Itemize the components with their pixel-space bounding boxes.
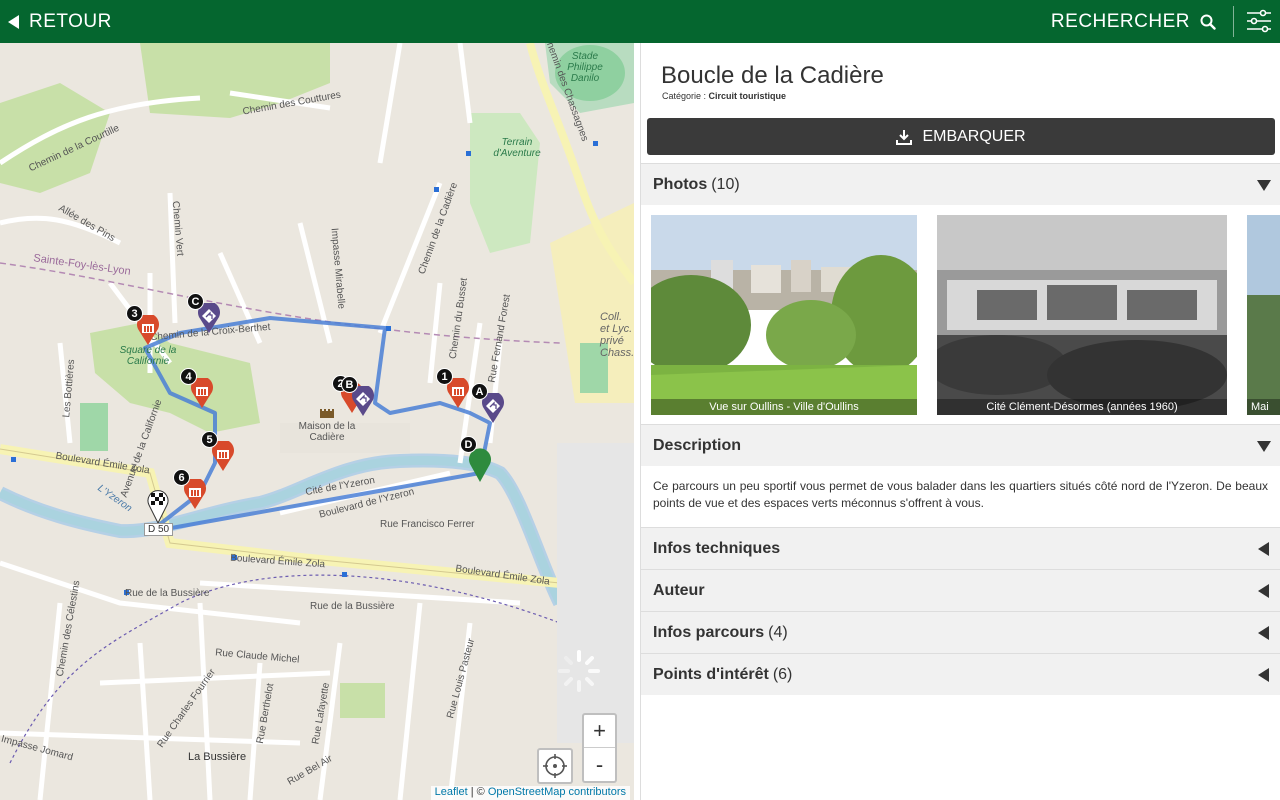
chevron-left-icon [1258, 626, 1269, 640]
section-points-interet[interactable]: Points d'intérêt (6) [641, 653, 1280, 695]
poi-marker-4[interactable]: 4 [180, 368, 214, 413]
chevron-down-icon [1257, 441, 1271, 452]
map-label: La Bussière [188, 751, 247, 763]
marker-number: 5 [201, 431, 218, 448]
section-label: Auteur [653, 581, 705, 599]
osm-link[interactable]: OpenStreetMap contributors [488, 786, 626, 798]
step-marker-a[interactable]: A [471, 383, 505, 428]
map-label: Coll. et Lyc. privé Chass. [600, 311, 634, 359]
chevron-left-icon [1258, 668, 1269, 682]
attribution-separator: | © [467, 786, 488, 798]
photo-carousel[interactable]: Vue sur Oullins - Ville d'Oullins Cité C… [641, 205, 1280, 425]
crosshair-icon [543, 754, 567, 778]
section-auteur[interactable]: Auteur [641, 569, 1280, 611]
topbar-separator [1233, 6, 1234, 37]
poi-marker-1[interactable]: 1 [436, 368, 470, 413]
chevron-down-icon [1257, 180, 1271, 191]
marker-number: 4 [180, 368, 197, 385]
download-icon [896, 129, 913, 145]
section-count: (6) [772, 665, 793, 683]
category-value: Circuit touristique [708, 91, 787, 101]
section-label: Photos [653, 175, 708, 193]
search-label: RECHERCHER [1050, 10, 1190, 32]
embark-button[interactable]: EMBARQUER [647, 118, 1275, 155]
map-label: Rue Francisco Ferrer [380, 519, 475, 530]
map-label: Terrain d'Aventure [493, 137, 541, 159]
photo-thumbnail[interactable]: Mai [1247, 215, 1280, 415]
leaflet-link[interactable]: Leaflet [435, 786, 468, 798]
category-label: Catégorie : [662, 91, 707, 101]
locate-button[interactable] [537, 748, 573, 784]
zoom-out-button[interactable]: - [584, 748, 615, 781]
marker-number: 1 [436, 368, 453, 385]
chevron-left-icon [1258, 542, 1269, 556]
map-label: Rue de la Bussière [310, 601, 395, 612]
marker-letter: C [187, 293, 204, 310]
embark-label: EMBARQUER [922, 127, 1026, 145]
marker-letter: B [341, 376, 358, 393]
marker-number: 6 [173, 469, 190, 486]
map-label: Maison de la Cadière [298, 421, 356, 443]
step-marker-c[interactable]: C [187, 293, 221, 338]
section-photos[interactable]: Photos (10) [641, 163, 1280, 205]
section-description[interactable]: Description [641, 424, 1280, 466]
map-attribution: Leaflet | © OpenStreetMap contributors [430, 786, 630, 800]
poi-marker-3[interactable]: 3 [126, 305, 160, 350]
marker-letter: A [471, 383, 488, 400]
section-count: (10) [711, 175, 740, 193]
loading-spinner-icon [556, 648, 602, 699]
finish-flag-icon[interactable] [146, 489, 170, 528]
step-marker-d[interactable]: D [460, 436, 492, 487]
filter-settings-button[interactable] [1244, 6, 1274, 36]
photo-caption: Mai [1247, 399, 1280, 415]
page-title: Boucle de la Cadière [661, 62, 884, 89]
category-line: Catégorie : Circuit touristique [662, 91, 786, 101]
search-button[interactable]: RECHERCHER [1051, 0, 1216, 43]
section-label: Points d'intérêt [653, 665, 769, 683]
poi-marker-6[interactable]: 6 [173, 469, 207, 514]
photo-landscape [937, 215, 1227, 415]
top-bar: RETOUR RECHERCHER [0, 0, 1280, 43]
section-label: Infos parcours [653, 623, 765, 641]
chevron-left-icon [1258, 584, 1269, 598]
photo-landscape [1247, 215, 1280, 415]
section-count: (4) [768, 623, 788, 641]
description-text: Ce parcours un peu sportif vous permet d… [653, 479, 1268, 510]
section-infos-parcours[interactable]: Infos parcours (4) [641, 611, 1280, 653]
zoom-in-button[interactable]: + [584, 715, 615, 748]
back-button[interactable]: RETOUR [8, 0, 112, 43]
marker-letter: D [460, 436, 477, 453]
step-marker-b[interactable]: B [341, 376, 375, 421]
search-icon [1200, 14, 1216, 30]
poi-marker-5[interactable]: 5 [201, 431, 235, 476]
back-arrow-icon [8, 14, 19, 29]
castle-icon [320, 405, 334, 423]
photo-caption: Vue sur Oullins - Ville d'Oullins [651, 399, 917, 415]
detail-panel: Boucle de la Cadière Catégorie : Circuit… [640, 43, 1280, 800]
map-label: Rue de la Bussière [125, 588, 210, 599]
photo-thumbnail[interactable]: Vue sur Oullins - Ville d'Oullins [651, 215, 917, 415]
photo-thumbnail[interactable]: Cité Clément-Désormes (années 1960) [937, 215, 1227, 415]
back-label: RETOUR [29, 10, 112, 32]
section-label: Description [653, 436, 742, 454]
marker-number: 3 [126, 305, 143, 322]
sliders-icon [1247, 9, 1271, 33]
map-view[interactable]: Chemin de la Courtille Chemin des Couttu… [0, 43, 634, 800]
section-label: Infos techniques [653, 539, 781, 557]
section-infos-techniques[interactable]: Infos techniques [641, 527, 1280, 569]
zoom-control: + - [582, 713, 617, 783]
photo-caption: Cité Clément-Désormes (années 1960) [937, 399, 1227, 415]
photo-landscape [651, 215, 917, 415]
